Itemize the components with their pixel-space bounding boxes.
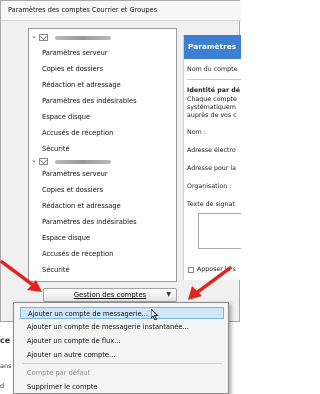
red-arrow-icon — [188, 266, 232, 300]
annotation-arrows — [0, 260, 232, 300]
red-arrow-icon — [0, 260, 42, 292]
